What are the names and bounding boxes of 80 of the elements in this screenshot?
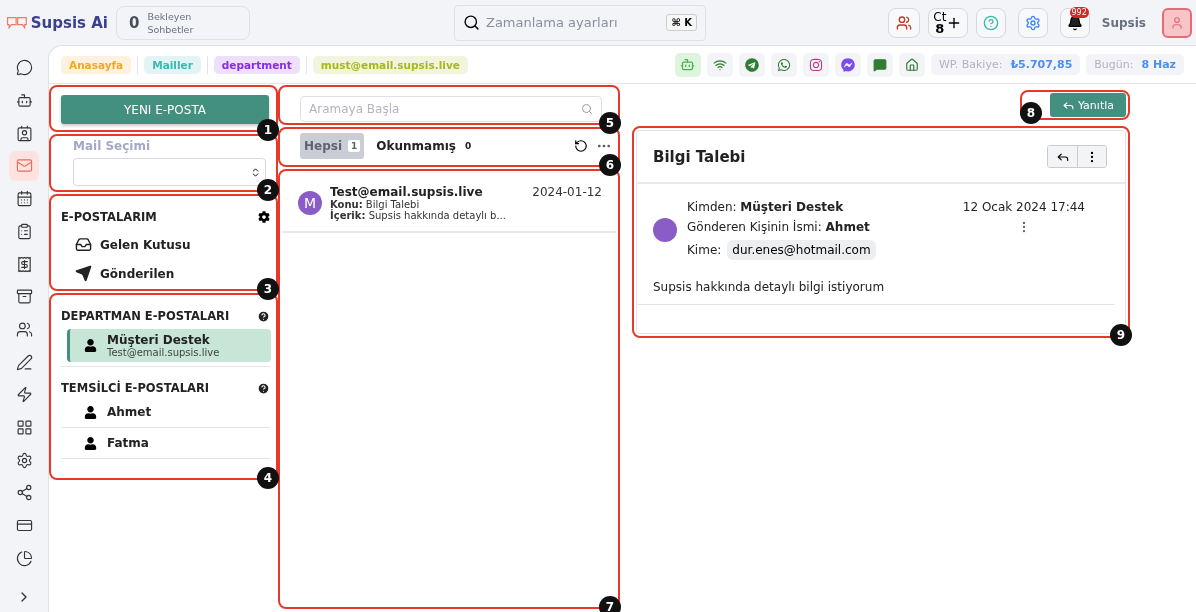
person-icon	[84, 436, 97, 450]
balance-value: ₺5.707,85	[1010, 58, 1073, 71]
section-title: DEPARTMAN E-POSTALARI	[61, 309, 230, 323]
annotation-marker: 6	[599, 154, 621, 176]
annotation-marker: 4	[257, 467, 279, 489]
people-icon	[895, 14, 912, 31]
search-placeholder: Zamanlama ayarları	[486, 15, 619, 30]
settings-icon	[258, 211, 270, 223]
sender-avatar: M	[298, 191, 322, 215]
reply-button[interactable]: Yanıtla	[1049, 93, 1126, 117]
user-name: Supsis	[1101, 15, 1146, 30]
section-title: TEMSİLCİ E-POSTALARI	[61, 381, 210, 395]
date-label: Bugün:	[1094, 58, 1134, 71]
counter-label: Ct 8	[933, 11, 947, 34]
wifi-channel-icon[interactable]	[706, 52, 733, 77]
to-label: Kime:	[687, 243, 722, 257]
search-icon	[581, 103, 593, 115]
help-icon	[257, 381, 270, 395]
mail-select-label: Mail Seçimi	[72, 138, 152, 155]
person-icon	[84, 339, 97, 352]
annotation-marker: 7	[599, 596, 621, 612]
settings-button[interactable]	[1017, 7, 1048, 38]
mail-date: 2024-01-12	[532, 185, 602, 199]
date-value: 8 Haz	[1141, 58, 1176, 71]
counter-button[interactable]: Ct 8	[927, 7, 968, 38]
reply-icon[interactable]	[1048, 146, 1077, 167]
bell-icon	[1066, 14, 1083, 31]
inbox-icon	[75, 236, 92, 253]
notifications-button[interactable]: 992	[1059, 7, 1090, 38]
waiting-label: Bekleyen Sohbetler	[147, 9, 195, 36]
mailbox-item[interactable]: Fatma	[67, 432, 271, 454]
send-icon	[75, 265, 92, 282]
annotation-marker: 2	[257, 179, 279, 201]
shortcut-key: ⌘ K	[666, 14, 697, 31]
mailbox-item[interactable]: Ahmet	[67, 401, 271, 423]
annotation-marker: 5	[599, 112, 621, 134]
waiting-count: 0	[129, 13, 140, 32]
breadcrumb[interactable]: department	[213, 55, 300, 74]
balance-label: WP. Bakiye:	[938, 58, 1003, 71]
mail-body: Supsis hakkında detaylı bilgi istiyorum	[637, 260, 1115, 305]
help-icon	[982, 14, 999, 31]
mail-title: Bilgi Talebi	[653, 147, 746, 166]
robot-channel-icon[interactable]	[674, 52, 701, 77]
sender-line: Gönderen Kişinin İsmi: Ahmet	[687, 220, 871, 234]
folder-item[interactable]: Gönderilen	[51, 259, 199, 288]
help-icon	[257, 309, 270, 323]
whatsapp-icon[interactable]	[770, 52, 797, 77]
search-field[interactable]: Zamanlama ayarları ⌘ K	[454, 4, 706, 41]
person-icon	[84, 405, 97, 419]
settings-icon	[1024, 14, 1041, 31]
annotation-marker: 1	[257, 119, 279, 141]
sms-icon[interactable]	[866, 52, 893, 77]
home-channel-icon[interactable]	[898, 52, 925, 77]
recipient-chip: dur.enes@hotmail.com	[727, 240, 876, 260]
notification-badge: 992	[1069, 6, 1089, 18]
sender-email: Test@email.supsis.live	[330, 185, 483, 199]
refresh-icon[interactable]	[574, 139, 588, 153]
sender-avatar	[653, 218, 677, 242]
updown-icon	[250, 166, 261, 178]
annotation-marker: 3	[257, 278, 279, 300]
app-logo: Supsis Ai	[30, 13, 108, 32]
mail-list-item[interactable]: M Test@email.supsis.live 2024-01-12 Konu: Bilgi Talebi İçerik: Supsis hakkında detaylı b...	[282, 171, 616, 233]
instagram-icon[interactable]	[802, 52, 829, 77]
search-icon	[463, 14, 480, 31]
filter-tab[interactable]: Hepsi 1	[300, 133, 365, 159]
mailbox-item[interactable]: Müşteri Destek Test@email.supsis.live	[67, 329, 271, 362]
annotation-marker: 9	[1110, 324, 1132, 346]
user-avatar[interactable]	[1162, 7, 1192, 38]
agents-button[interactable]	[887, 7, 920, 38]
messenger-icon[interactable]	[834, 52, 861, 77]
folder-item[interactable]: Gelen Kutusu	[51, 230, 215, 259]
telegram-icon[interactable]	[738, 52, 765, 77]
mail-subject: Konu: Bilgi Talebi	[330, 199, 420, 210]
new-email-button[interactable]: YENI E-POSTA	[61, 95, 269, 124]
filter-tab[interactable]: Okunmamış 0	[372, 133, 479, 159]
section-title: E-POSTALARIM	[61, 210, 157, 224]
mail-datetime: 12 Ocak 2024 17:44	[962, 200, 1085, 214]
annotation-marker: 8	[1019, 102, 1042, 124]
mail-preview: İçerik: Supsis hakkında detaylı b...	[330, 210, 507, 221]
from-line: Kimden: Müşteri Destek	[687, 200, 845, 214]
